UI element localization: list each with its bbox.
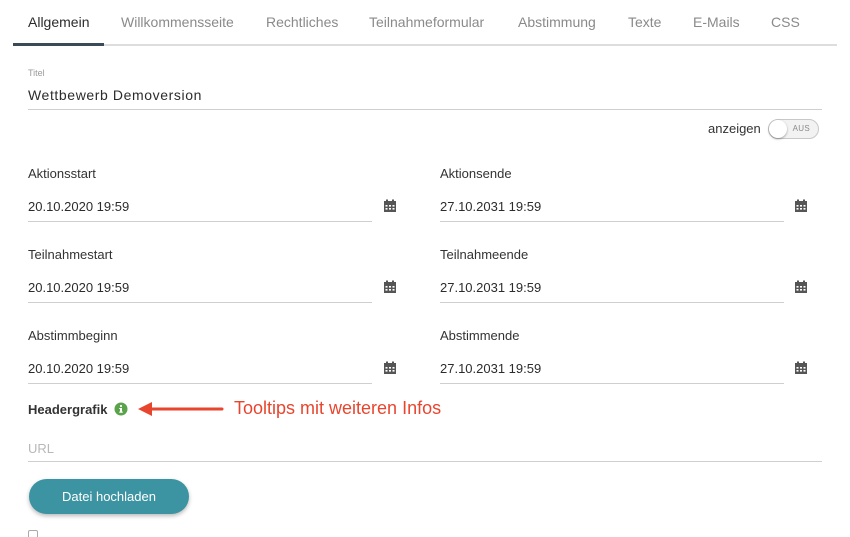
toggle-knob [769,120,787,138]
tab-abstimmung[interactable]: Abstimmung [518,14,596,30]
aktionsende-underline [440,221,784,222]
teilnahmestart-label: Teilnahmestart [28,247,113,262]
tab-bar: Allgemein Willkommensseite Rechtliches T… [13,0,837,46]
tab-rechtliches[interactable]: Rechtliches [266,14,338,30]
url-input[interactable] [28,436,822,462]
calendar-icon[interactable] [383,280,397,294]
annotation-arrow-icon [138,402,224,416]
title-field-label: Titel [28,68,45,78]
teilnahmeende-underline [440,302,784,303]
calendar-icon[interactable] [383,199,397,213]
aktionsende-field[interactable]: 27.10.2031 19:59 [440,199,541,214]
abstimmende-field[interactable]: 27.10.2031 19:59 [440,361,541,376]
aktionsstart-underline [28,221,372,222]
show-title-toggle[interactable]: AUS [768,119,819,139]
teilnahmeende-label: Teilnahmeende [440,247,529,262]
abstimmbeginn-field[interactable]: 20.10.2020 19:59 [28,361,129,376]
calendar-icon[interactable] [383,361,397,375]
teilnahmeende-field[interactable]: 27.10.2031 19:59 [440,280,541,295]
tab-emails[interactable]: E-Mails [693,14,740,30]
teilnahmestart-field[interactable]: 20.10.2020 19:59 [28,280,129,295]
abstimmbeginn-label: Abstimmbeginn [28,328,118,343]
aktionsende-label: Aktionsende [440,166,512,181]
aktionsstart-label: Aktionsstart [28,166,96,181]
info-icon[interactable] [114,402,128,416]
checkbox[interactable] [28,530,38,537]
tab-texte[interactable]: Texte [628,14,661,30]
calendar-icon[interactable] [794,361,808,375]
tab-teilnahmeformular[interactable]: Teilnahmeformular [369,14,484,30]
calendar-icon[interactable] [794,199,808,213]
toggle-state-text: AUS [792,124,810,133]
abstimmende-label: Abstimmende [440,328,520,343]
teilnahmestart-underline [28,302,372,303]
calendar-icon[interactable] [794,280,808,294]
headergrafik-label: Headergrafik [28,402,108,417]
aktionsstart-field[interactable]: 20.10.2020 19:59 [28,199,129,214]
abstimmbeginn-underline [28,383,372,384]
tab-css[interactable]: CSS [771,14,800,30]
title-field[interactable]: Wettbewerb Demoversion [28,87,202,103]
show-title-label: anzeigen [708,121,761,136]
tab-willkommensseite[interactable]: Willkommensseite [121,14,234,30]
abstimmende-underline [440,383,784,384]
title-field-underline [28,109,822,110]
annotation-text: Tooltips mit weiteren Infos [234,398,442,418]
tab-allgemein[interactable]: Allgemein [28,14,89,30]
active-tab-indicator [13,43,104,46]
upload-file-button[interactable]: Datei hochladen [29,479,189,514]
